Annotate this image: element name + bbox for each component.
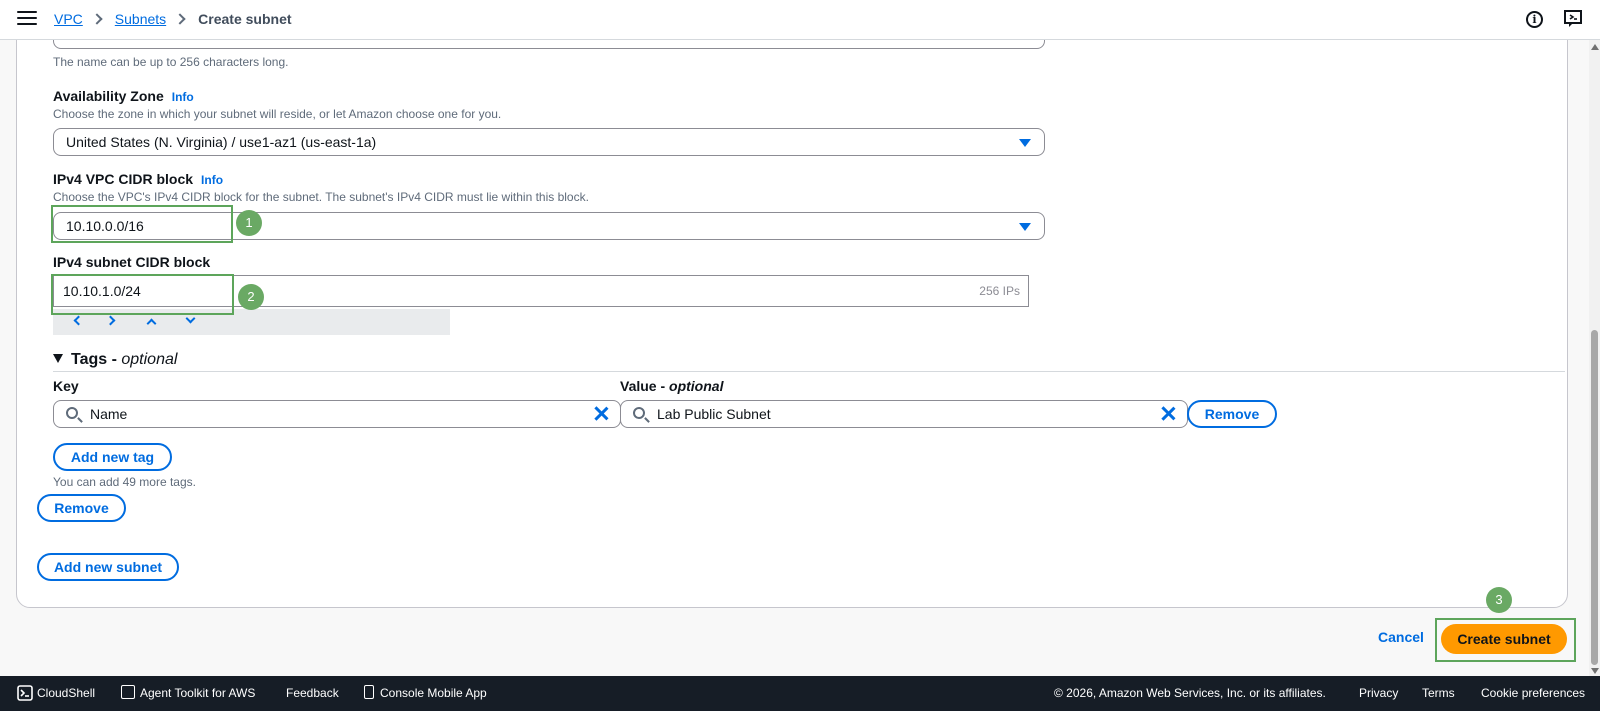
tag-key-value: Name [90,406,128,422]
tag-value-optional: optional [669,378,724,394]
availability-zone-select[interactable]: United States (N. Virginia) / use1-az1 (… [53,128,1045,156]
tag-key-input[interactable]: Name [53,400,621,428]
vpc-cidr-label: IPv4 VPC CIDR block [53,171,194,187]
vpc-cidr-info-link[interactable]: Info [201,173,223,187]
az-info-link[interactable]: Info [172,90,194,104]
feedback-icon[interactable] [1564,10,1582,28]
caret-down-icon [1019,139,1031,147]
console-footer: CloudShell Agent Toolkit for AWS Feedbac… [0,676,1600,711]
create-subnet-button[interactable]: Create subnet [1441,624,1567,654]
footer-copyright: © 2026, Amazon Web Services, Inc. or its… [1054,686,1326,700]
footer-terms[interactable]: Terms [1422,686,1455,700]
chevron-right-icon [174,13,186,25]
tags-section-toggle[interactable]: Tags - optional [53,351,177,369]
caret-down-icon [1019,223,1031,231]
scroll-thumb[interactable] [1591,330,1598,665]
highlight-box-subnet-cidr [51,274,234,315]
tags-optional-label: optional [121,351,178,368]
az-label-row: Availability Zone Info [53,88,194,104]
search-icon [66,407,78,419]
tag-value-input[interactable]: Lab Public Subnet [620,400,1188,428]
add-new-subnet-button[interactable]: Add new subnet [37,553,179,581]
cancel-button[interactable]: Cancel [1378,629,1424,645]
caret-down-icon [53,354,63,363]
annotation-badge-2: 2 [238,284,264,310]
close-icon[interactable] [1161,406,1175,420]
tag-value-value: Lab Public Subnet [657,406,771,422]
tags-divider [53,371,1565,372]
az-label: Availability Zone [53,88,164,104]
scroll-down-icon[interactable] [1591,668,1599,674]
add-new-tag-button[interactable]: Add new tag [53,443,172,471]
cloudshell-icon [17,685,33,701]
tags-title: Tags - [71,351,122,368]
footer-cloudshell[interactable]: CloudShell [37,686,95,700]
highlight-box-vpc-cidr [51,205,233,243]
footer-privacy[interactable]: Privacy [1359,686,1398,700]
chevron-right-icon[interactable] [105,315,116,326]
tag-value-label-text: Value - [620,378,670,394]
close-icon[interactable] [594,406,608,420]
subnet-cidr-ip-count: 256 IPs [979,284,1020,298]
annotation-badge-3: 3 [1486,587,1512,613]
breadcrumb-subnets[interactable]: Subnets [115,11,166,27]
chevron-left-icon[interactable] [73,315,84,326]
info-icon[interactable]: i [1526,11,1543,28]
footer-agent-toolkit[interactable]: Agent Toolkit for AWS [140,686,255,700]
az-description: Choose the zone in which your subnet wil… [53,107,502,121]
remove-subnet-button[interactable]: Remove [37,494,126,522]
mobile-app-icon [364,685,374,699]
tag-key-label: Key [53,378,79,394]
annotation-badge-1: 1 [236,210,262,236]
search-icon [633,407,645,419]
top-navigation-bar: VPC Subnets Create subnet i [0,0,1600,40]
breadcrumb: VPC Subnets Create subnet [54,11,292,27]
vpc-cidr-label-row: IPv4 VPC CIDR block Info [53,171,223,187]
page-scrollbar[interactable] [1589,40,1600,676]
remove-tag-button[interactable]: Remove [1187,400,1277,428]
tags-remaining-hint: You can add 49 more tags. [53,475,196,489]
menu-icon[interactable] [17,11,37,27]
subnet-cidr-label: IPv4 subnet CIDR block [53,254,211,270]
chevron-up-icon[interactable] [146,318,157,329]
tag-value-label: Value - optional [620,378,723,394]
footer-mobile-app[interactable]: Console Mobile App [380,686,487,700]
agent-toolkit-icon [121,685,135,699]
footer-feedback[interactable]: Feedback [286,686,339,700]
subnet-settings-panel: Lab Public Subnet The name can be up to … [16,9,1568,608]
breadcrumb-current: Create subnet [198,11,292,27]
az-selected-value: United States (N. Virginia) / use1-az1 (… [66,134,377,150]
subnet-name-hint: The name can be up to 256 characters lon… [53,55,289,69]
vpc-cidr-description: Choose the VPC's IPv4 CIDR block for the… [53,190,589,204]
footer-cookie-preferences[interactable]: Cookie preferences [1481,686,1585,700]
breadcrumb-vpc[interactable]: VPC [54,11,83,27]
chevron-down-icon[interactable] [185,313,196,324]
scroll-up-icon[interactable] [1591,44,1599,50]
chevron-right-icon [91,13,103,25]
